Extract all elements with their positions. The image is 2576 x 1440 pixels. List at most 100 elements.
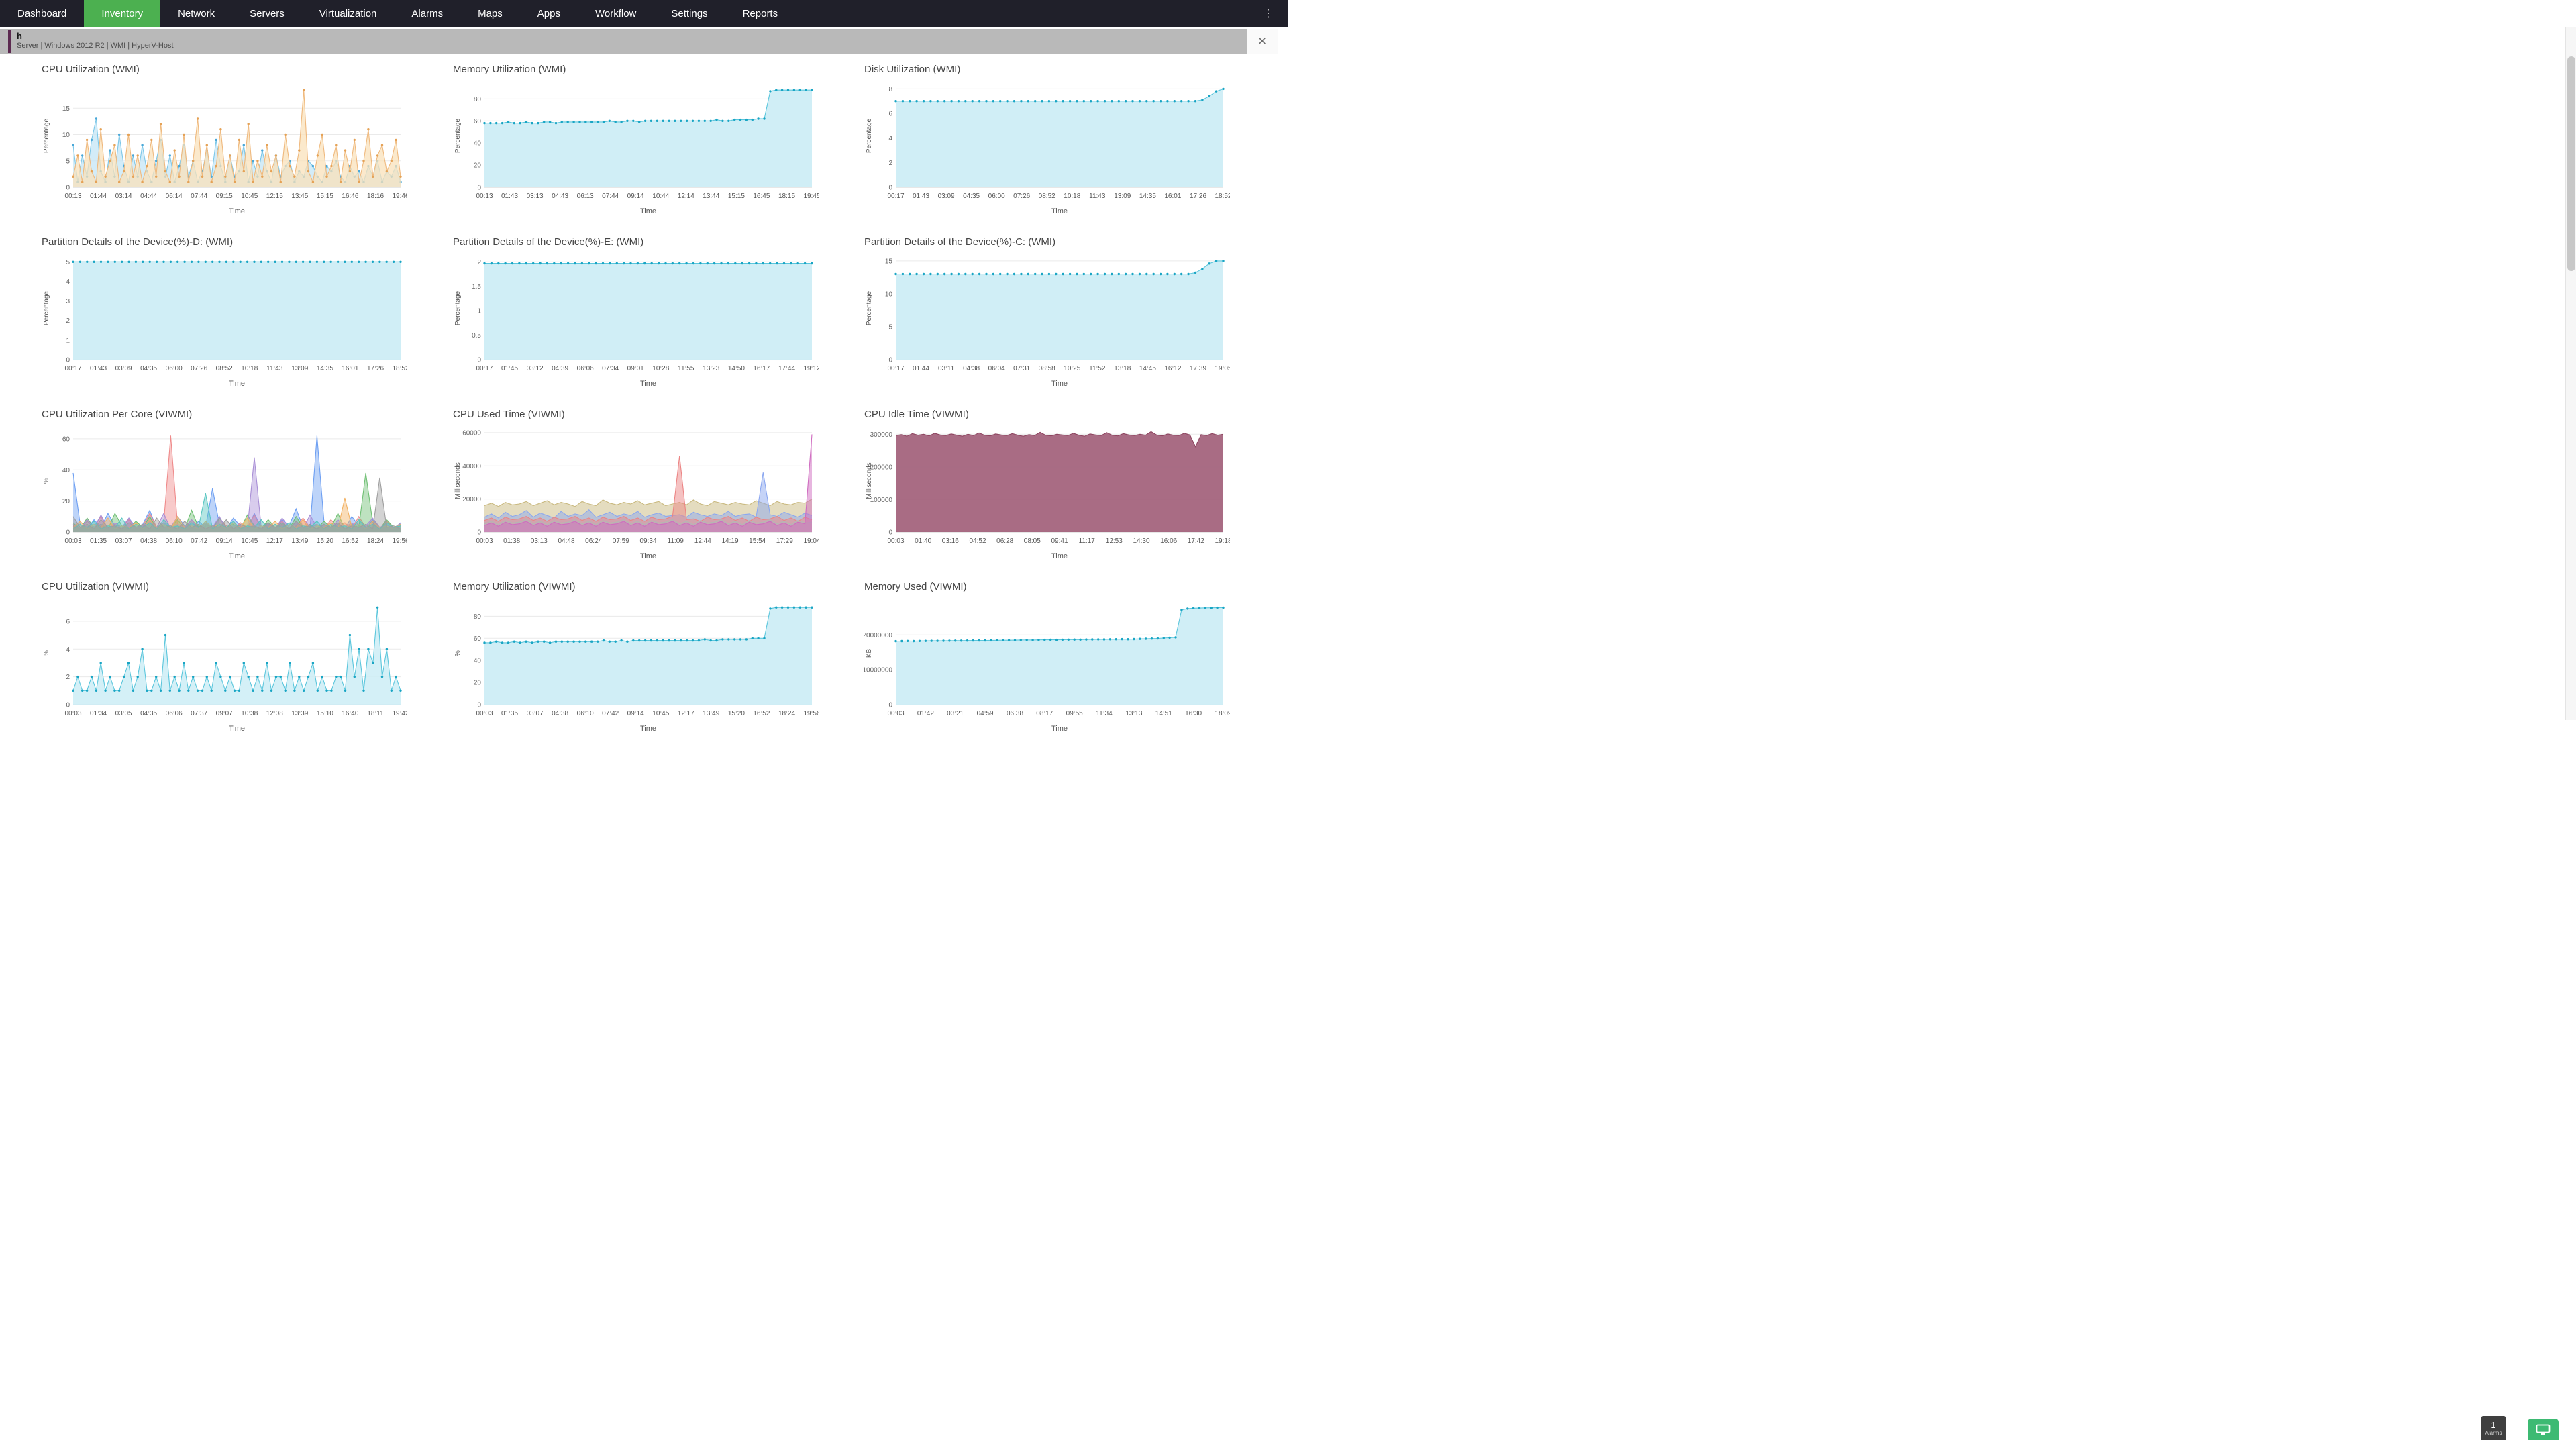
svg-text:19:18: 19:18 [1215,537,1230,545]
svg-text:11:43: 11:43 [1089,193,1106,200]
chart-canvas: 0 20 40 60 00:03 01:35 03:07 04:38 06:10 07:42 09:… [43,435,407,560]
svg-text:4: 4 [66,646,70,654]
svg-text:Time: Time [640,207,656,215]
chart-title: Partition Details of the Device(%)-C: (W… [864,236,1056,248]
nav-item-alarms[interactable]: Alarms [394,0,460,27]
svg-text:60000: 60000 [462,429,481,437]
nav-item-network[interactable]: Network [160,0,232,27]
svg-text:Time: Time [1051,207,1068,215]
svg-text:01:43: 01:43 [90,365,107,372]
alarm-count: 1 [2491,1419,2496,1430]
nav-item-dashboard[interactable]: Dashboard [0,0,84,27]
nav-item-virtualization[interactable]: Virtualization [302,0,395,27]
svg-text:12:17: 12:17 [678,710,694,717]
svg-text:15:54: 15:54 [749,537,766,545]
nav-item-servers[interactable]: Servers [232,0,302,27]
svg-text:09:14: 09:14 [627,193,644,200]
svg-text:16:52: 16:52 [342,537,358,545]
svg-text:18:52: 18:52 [1215,193,1230,200]
svg-text:01:42: 01:42 [917,710,934,717]
svg-text:13:13: 13:13 [1125,710,1142,717]
svg-text:01:43: 01:43 [501,193,518,200]
svg-text:14:35: 14:35 [1139,193,1156,200]
svg-text:09:34: 09:34 [639,537,656,545]
svg-text:10:28: 10:28 [652,365,669,372]
svg-text:16:17: 16:17 [753,365,770,372]
nav-item-workflow[interactable]: Workflow [578,0,654,27]
svg-text:13:09: 13:09 [291,365,308,372]
svg-text:16:30: 16:30 [1185,710,1202,717]
svg-text:0: 0 [477,702,481,709]
svg-text:19:04: 19:04 [803,537,819,545]
svg-text:19:42: 19:42 [392,710,407,717]
svg-text:Milliseconds: Milliseconds [454,462,462,499]
svg-text:16:46: 16:46 [342,193,358,200]
scrollbar-thumb[interactable] [2567,56,2575,271]
chart-cell-5: Partition Details of the Device(%)-E: (W… [445,234,856,406]
svg-text:200000: 200000 [870,464,893,471]
scrollbar-track[interactable] [2565,27,2576,720]
svg-text:18:16: 18:16 [367,193,384,200]
svg-text:06:38: 06:38 [1007,710,1023,717]
svg-text:6: 6 [66,618,70,625]
svg-text:11:52: 11:52 [1089,365,1106,372]
svg-text:06:10: 06:10 [166,537,183,545]
floating-action-button[interactable] [2528,1419,2559,1440]
svg-text:0: 0 [888,529,892,537]
svg-text:20: 20 [474,680,482,687]
nav-item-reports[interactable]: Reports [725,0,796,27]
svg-text:4: 4 [888,135,892,142]
nav-item-maps[interactable]: Maps [460,0,520,27]
svg-text:5: 5 [66,259,70,266]
svg-text:80: 80 [474,613,482,621]
svg-text:0: 0 [888,185,892,192]
svg-text:13:44: 13:44 [703,193,719,200]
svg-text:10:18: 10:18 [241,365,258,372]
chart-cell-11: Memory Utilization (VIWMI) 0 20 40 60 80 00:03… [445,578,856,751]
svg-text:60: 60 [62,435,70,443]
chart-cell-3: Disk Utilization (WMI) 0 2 4 6 8 00:17 01:43 03:… [856,61,1268,234]
svg-text:10:44: 10:44 [652,193,669,200]
nav-item-settings[interactable]: Settings [654,0,725,27]
svg-text:07:42: 07:42 [191,537,207,545]
svg-text:19:56: 19:56 [803,710,819,717]
nav-item-inventory[interactable]: Inventory [84,0,161,27]
svg-text:10:18: 10:18 [1064,193,1080,200]
close-icon[interactable]: ✕ [1247,29,1278,54]
svg-text:06:04: 06:04 [988,365,1005,372]
svg-text:16:12: 16:12 [1164,365,1181,372]
svg-text:15:15: 15:15 [728,193,745,200]
device-header: h Server | Windows 2012 R2 | WMI | Hyper… [0,29,1278,54]
svg-text:06:06: 06:06 [577,365,594,372]
svg-text:18:09: 18:09 [1215,710,1230,717]
chart-canvas: 0 5 10 15 00:17 01:44 03:11 04:38 06:04 07:31 08:5… [866,258,1230,388]
svg-text:18:52: 18:52 [392,365,407,372]
svg-text:08:58: 08:58 [1039,365,1055,372]
svg-text:Percentage: Percentage [43,118,50,153]
svg-text:03:13: 03:13 [531,537,548,545]
svg-text:%: % [43,650,50,656]
svg-text:07:26: 07:26 [1013,193,1030,200]
overflow-menu-icon[interactable]: ⋮ [1248,0,1288,27]
svg-text:01:44: 01:44 [913,365,929,372]
svg-text:06:28: 06:28 [996,537,1013,545]
svg-text:13:45: 13:45 [291,193,308,200]
svg-text:60: 60 [474,635,482,643]
alarm-badge[interactable]: 1 Alarms [2481,1416,2506,1440]
svg-text:Milliseconds: Milliseconds [866,462,873,499]
svg-text:Time: Time [229,552,245,560]
svg-text:20000000: 20000000 [864,632,892,639]
svg-text:11:09: 11:09 [668,537,684,545]
svg-text:Percentage: Percentage [454,118,462,153]
svg-text:0: 0 [66,357,70,364]
svg-text:16:01: 16:01 [342,365,358,372]
svg-text:18:24: 18:24 [778,710,795,717]
svg-text:40000: 40000 [462,463,481,470]
nav-item-apps[interactable]: Apps [520,0,578,27]
svg-text:0: 0 [477,357,481,364]
svg-text:Time: Time [640,725,656,733]
svg-text:01:35: 01:35 [501,710,518,717]
svg-text:07:44: 07:44 [191,193,207,200]
svg-text:13:23: 13:23 [703,365,719,372]
svg-text:04:38: 04:38 [140,537,157,545]
